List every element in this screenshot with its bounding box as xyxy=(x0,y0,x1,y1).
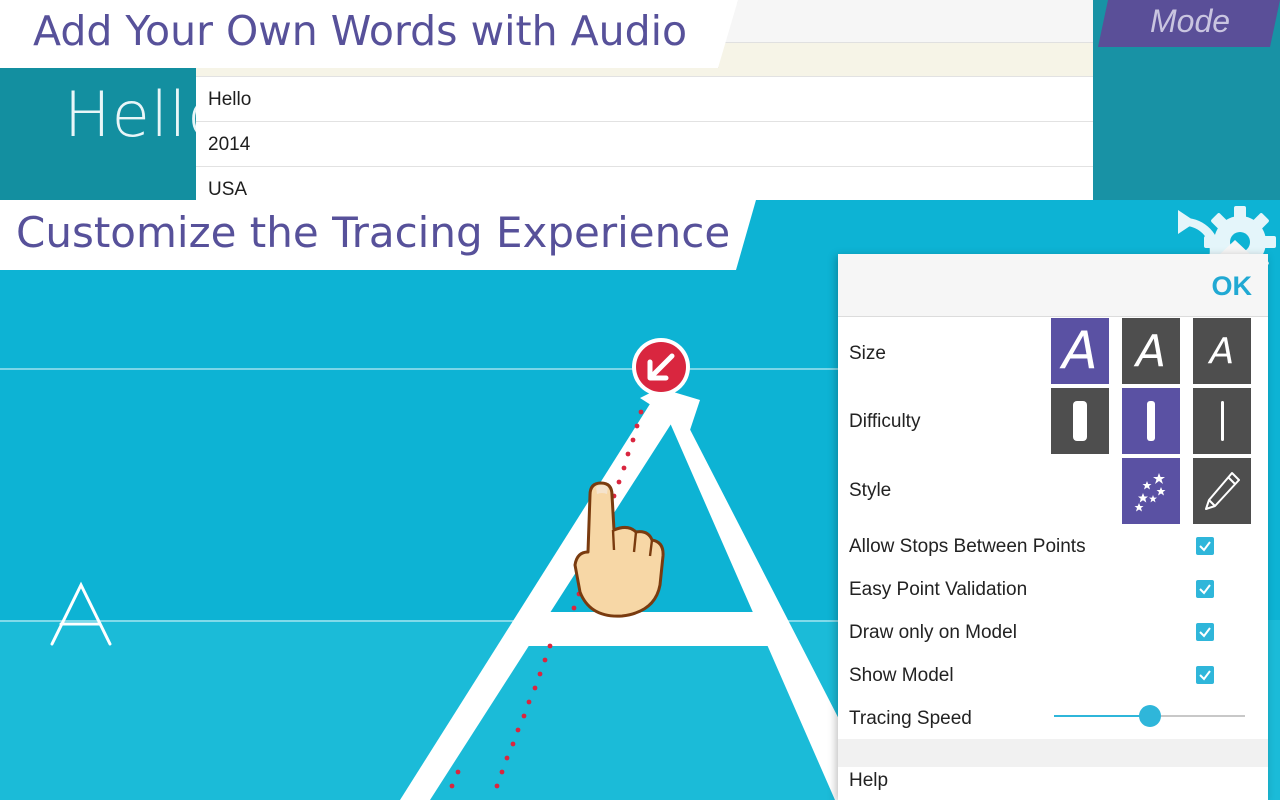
difficulty-option-easy[interactable] xyxy=(1051,388,1109,454)
toggle-label-allow-stops: Allow Stops Between Points xyxy=(849,536,1086,557)
letter-crossbar xyxy=(515,612,800,646)
medium-stroke-icon xyxy=(1147,401,1155,441)
mode-label[interactable]: Mode xyxy=(1150,3,1230,40)
feature-banner-words: Add Your Own Words with Audio xyxy=(0,0,738,68)
help-label: Help xyxy=(849,770,889,791)
style-option-pencil[interactable] xyxy=(1193,458,1251,524)
feature-banner-tracing: Customize the Tracing Experience xyxy=(0,200,756,270)
size-option-large[interactable]: A xyxy=(1051,318,1109,384)
easy-validation-checkbox[interactable] xyxy=(1196,580,1214,598)
small-model-letter xyxy=(50,581,112,646)
word-list-item-label: 2014 xyxy=(208,134,251,155)
word-list-item[interactable]: USA xyxy=(196,167,1093,200)
word-list-screen: Hello Hello 2014 USA Mode Add Your Own W… xyxy=(0,0,1280,200)
settings-header: OK xyxy=(838,254,1268,317)
toggle-label-easy-validation: Easy Point Validation xyxy=(849,579,1028,600)
popover-arrow xyxy=(1219,240,1251,255)
word-list-item[interactable]: 2014 xyxy=(196,122,1093,167)
style-option-stars[interactable] xyxy=(1122,458,1180,524)
tracing-speed-slider[interactable] xyxy=(1054,705,1245,727)
start-point-marker xyxy=(632,338,690,396)
tracing-speed-thumb[interactable] xyxy=(1138,705,1161,727)
show-model-checkbox[interactable] xyxy=(1196,666,1214,684)
size-option-glyph: A xyxy=(1135,325,1167,377)
word-list-item[interactable]: Hello xyxy=(196,77,1093,122)
size-option-glyph: A xyxy=(1209,330,1235,372)
toggle-label-draw-on-model: Draw only on Model xyxy=(849,622,1017,643)
thick-stroke-icon xyxy=(1073,401,1087,441)
ok-button[interactable]: OK xyxy=(1212,271,1253,302)
settings-separator xyxy=(838,739,1268,767)
style-label: Style xyxy=(849,480,892,501)
help-menu-item[interactable]: Help xyxy=(838,767,1268,800)
difficulty-label: Difficulty xyxy=(849,411,921,432)
word-list-item-label: Hello xyxy=(208,89,252,110)
difficulty-option-medium[interactable] xyxy=(1122,388,1180,454)
allow-stops-checkbox[interactable] xyxy=(1196,537,1214,555)
draw-on-model-checkbox[interactable] xyxy=(1196,623,1214,641)
size-option-glyph: A xyxy=(1062,321,1098,381)
tracing-speed-label: Tracing Speed xyxy=(849,708,972,729)
checkmark-icon xyxy=(1199,627,1211,638)
toggle-label-show-model: Show Model xyxy=(849,665,954,686)
checkmark-icon xyxy=(1199,670,1211,681)
thin-stroke-icon xyxy=(1220,401,1224,441)
size-option-medium[interactable]: A xyxy=(1122,318,1180,384)
letter-stroke-right xyxy=(660,400,860,800)
settings-popover: OK Size A A A Difficulty Style Allow Sto… xyxy=(838,254,1268,800)
difficulty-option-hard[interactable] xyxy=(1193,388,1251,454)
size-label: Size xyxy=(849,343,886,364)
feature-banner-title: Customize the Tracing Experience xyxy=(16,208,731,257)
checkmark-icon xyxy=(1199,541,1211,552)
checkmark-icon xyxy=(1199,584,1211,595)
stars-icon xyxy=(1134,473,1166,512)
word-list-item-label: USA xyxy=(208,179,248,200)
size-option-small[interactable]: A xyxy=(1193,318,1251,384)
feature-banner-title: Add Your Own Words with Audio xyxy=(33,7,688,55)
tracing-speed-fill xyxy=(1054,715,1150,717)
pencil-icon xyxy=(1205,472,1240,510)
